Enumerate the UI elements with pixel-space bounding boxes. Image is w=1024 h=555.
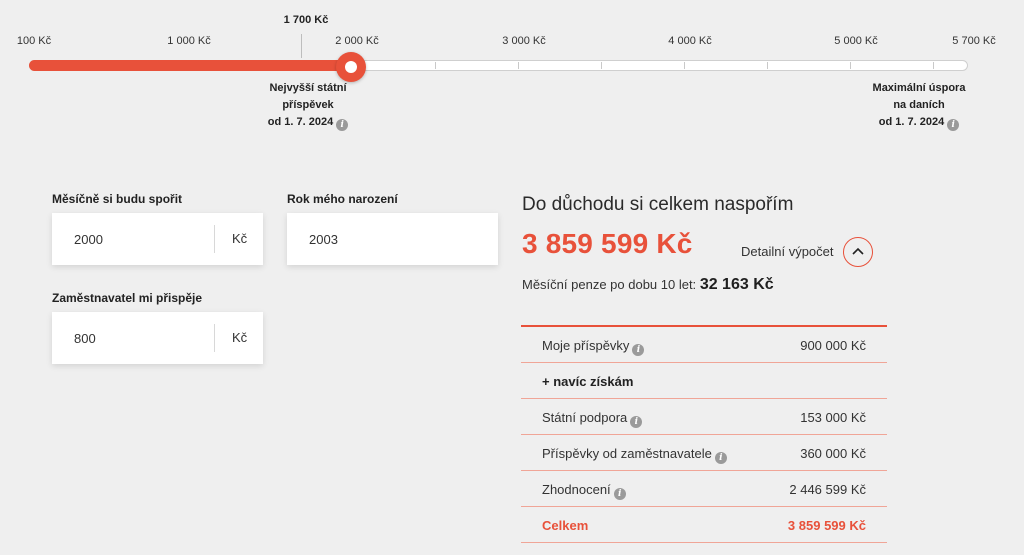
state-max-marker-line [301, 34, 302, 58]
birth-year-value[interactable]: 2003 [309, 232, 338, 247]
table-row: Moje příspěvky i 900 000 Kč [521, 327, 887, 363]
currency-unit: Kč [232, 330, 248, 345]
breakdown-table: Moje příspěvky i 900 000 Kč + navíc získá… [521, 325, 887, 543]
note-line: Maximální úspora [872, 82, 966, 94]
note-line: od 1. 7. 2024 i [866, 114, 972, 131]
slider-scale: 100 Kč 1 000 Kč 2 000 Kč 3 000 Kč 4 000 … [0, 0, 1024, 60]
employer-contribution-field[interactable]: 800 Kč [52, 312, 263, 364]
track-tick [684, 62, 685, 69]
pension-label: Měsíční penze po dobu 10 let: [522, 277, 697, 292]
birth-year-label: Rok mého narození [287, 192, 398, 206]
detail-calculation-link[interactable]: Detailní výpočet [741, 244, 834, 259]
monthly-savings-value[interactable]: 2000 [74, 232, 103, 247]
monthly-pension: Měsíční penze po dobu 10 let: 32 163 Kč [522, 276, 774, 294]
field-separator [214, 324, 215, 352]
info-icon[interactable]: i [632, 344, 645, 356]
row-value: 2 446 599 Kč [789, 482, 866, 497]
table-row: Příspěvky od zaměstnavatele i 360 000 Kč [521, 435, 887, 471]
track-tick [767, 62, 768, 69]
note-line: od 1. 7. 2024 i [260, 114, 356, 131]
chevron-up-icon [852, 247, 864, 255]
row-label: Příspěvky od zaměstnavatele i [542, 446, 727, 464]
state-contribution-note: Nejvyšší státní příspěvek od 1. 7. 2024 i [260, 80, 356, 131]
field-separator [214, 225, 215, 253]
monthly-savings-field[interactable]: 2000 Kč [52, 213, 263, 265]
slider-fill [29, 60, 351, 71]
row-label: Zhodnocení i [542, 482, 626, 500]
slider-thumb[interactable] [336, 52, 366, 82]
table-row: + navíc získám [521, 363, 887, 399]
info-icon[interactable]: i [613, 488, 626, 500]
result-title: Do důchodu si celkem naspořím [522, 194, 794, 215]
table-row-total: Celkem 3 859 599 Kč [521, 507, 887, 543]
tick-label: 2 000 Kč [335, 35, 379, 47]
tick-label: 4 000 Kč [668, 35, 712, 47]
employer-contribution-value[interactable]: 800 [74, 331, 96, 346]
tick-label: 1 000 Kč [167, 35, 211, 47]
info-icon[interactable]: i [336, 119, 349, 131]
tick-label: 3 000 Kč [502, 35, 546, 47]
row-label: Celkem [542, 518, 589, 533]
tick-label: 5 000 Kč [834, 35, 878, 47]
result-total: 3 859 599 Kč [522, 228, 693, 259]
row-label: Moje příspěvky i [542, 338, 645, 356]
note-line: Nejvyšší státní [269, 82, 347, 94]
row-label: Státní podpora i [542, 410, 643, 428]
pension-value: 32 163 Kč [699, 276, 774, 293]
track-tick [850, 62, 851, 69]
row-value: 360 000 Kč [800, 446, 866, 461]
slider-thumb-center [345, 61, 357, 73]
track-tick [518, 62, 519, 69]
row-value: 3 859 599 Kč [787, 518, 866, 533]
row-value: 153 000 Kč [800, 410, 866, 425]
info-icon[interactable]: i [714, 452, 727, 464]
note-line: na daních [893, 99, 945, 111]
employer-contribution-label: Zaměstnavatel mi přispěje [52, 291, 203, 305]
table-row: Zhodnocení i 2 446 599 Kč [521, 471, 887, 507]
track-tick [601, 62, 602, 69]
track-tick [933, 62, 934, 69]
state-max-marker-label: 1 700 Kč [283, 14, 329, 26]
row-value: 900 000 Kč [800, 338, 866, 353]
info-icon[interactable]: i [947, 119, 960, 131]
monthly-savings-label: Měsíčně si budu spořit [52, 192, 183, 206]
tax-saving-note: Maximální úspora na daních od 1. 7. 2024… [866, 80, 972, 131]
tick-label: 5 700 Kč [952, 35, 996, 47]
info-icon[interactable]: i [630, 416, 643, 428]
birth-year-field[interactable]: 2003 [287, 213, 498, 265]
currency-unit: Kč [232, 231, 248, 246]
table-row: Státní podpora i 153 000 Kč [521, 399, 887, 435]
row-label: + navíc získám [542, 374, 634, 389]
tick-label: 100 Kč [16, 35, 52, 47]
detail-toggle-button[interactable] [843, 237, 873, 267]
note-line: příspěvek [282, 99, 334, 111]
track-tick [435, 62, 436, 69]
